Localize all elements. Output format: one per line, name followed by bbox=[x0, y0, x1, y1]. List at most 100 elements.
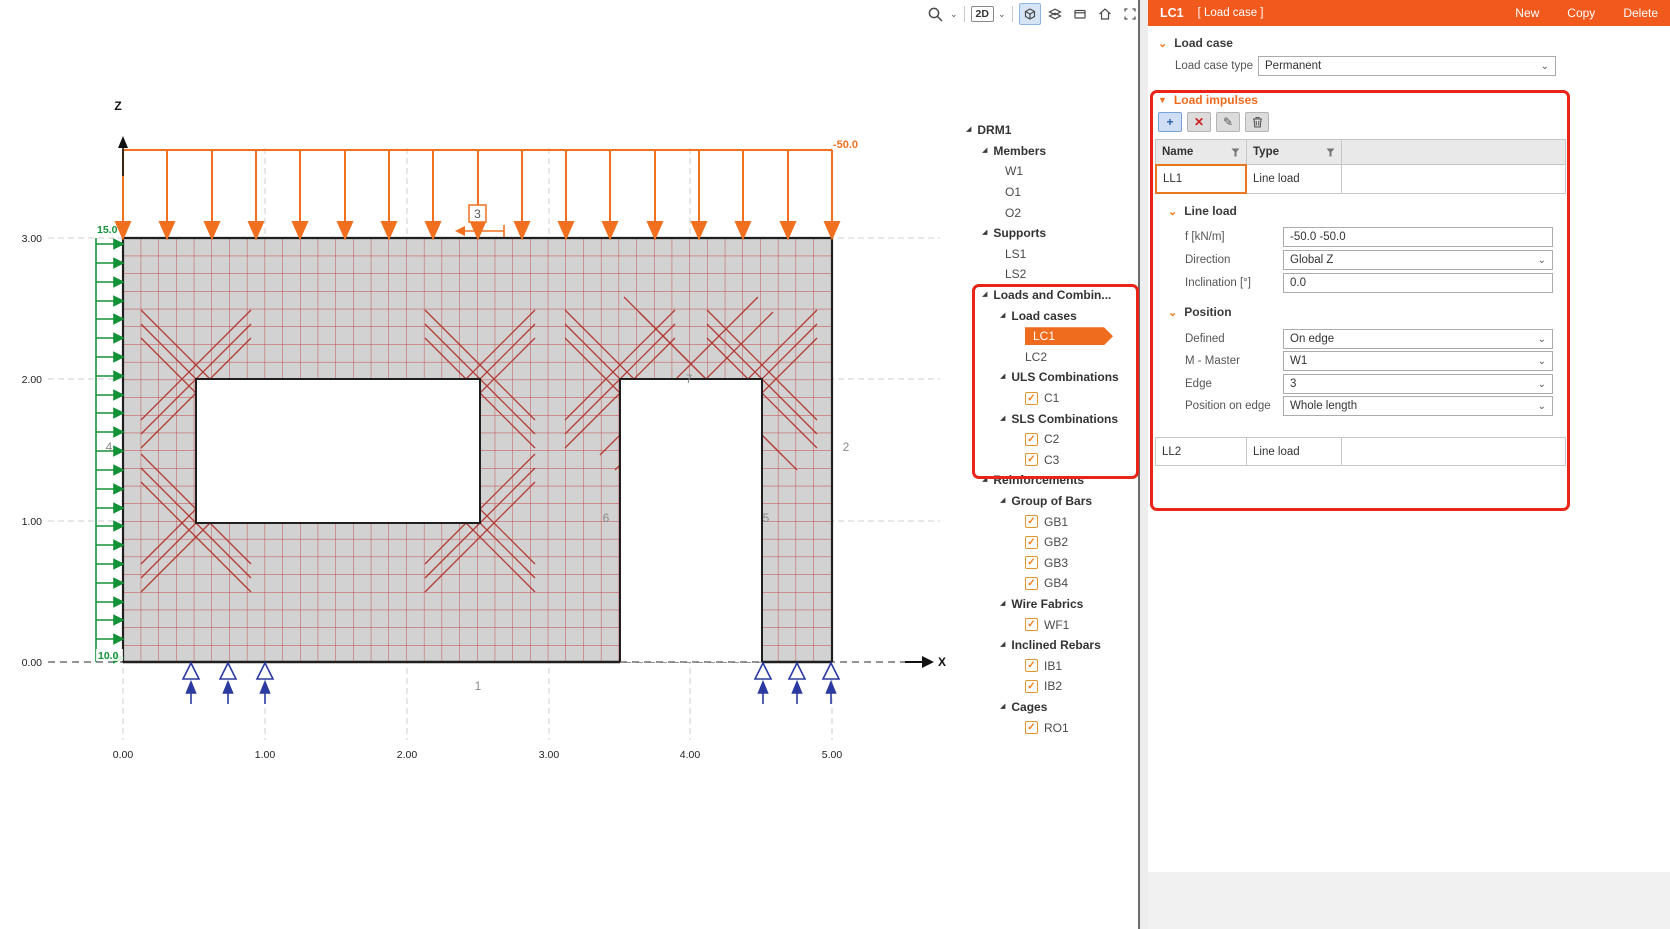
delete-button[interactable]: Delete bbox=[1623, 6, 1658, 20]
clipping-button[interactable] bbox=[1069, 3, 1091, 25]
expander-icon[interactable]: ◢ bbox=[1000, 372, 1005, 380]
tree-node-gb4[interactable]: ✓GB4 bbox=[960, 573, 1138, 594]
supports[interactable] bbox=[183, 663, 839, 704]
copy-button[interactable]: Copy bbox=[1567, 6, 1595, 20]
expander-icon[interactable]: ◢ bbox=[982, 228, 987, 236]
expander-icon[interactable]: ◢ bbox=[966, 125, 971, 133]
filter-icon[interactable] bbox=[1231, 148, 1240, 157]
tree-node-group-of-bars[interactable]: ◢Group of Bars bbox=[960, 491, 1138, 512]
checkbox-checked-icon[interactable]: ✓ bbox=[1025, 556, 1038, 569]
zoom-button[interactable] bbox=[924, 3, 946, 25]
tree-node-supports[interactable]: ◢Supports bbox=[960, 223, 1138, 244]
direction-select[interactable]: Global Z ⌄ bbox=[1283, 250, 1553, 270]
tree-node-inclined-rebars[interactable]: ◢Inclined Rebars bbox=[960, 635, 1138, 656]
panel-splitter[interactable] bbox=[1138, 0, 1148, 929]
checkbox-checked-icon[interactable]: ✓ bbox=[1025, 515, 1038, 528]
tree-node-sls-combinations[interactable]: ◢SLS Combinations bbox=[960, 408, 1138, 429]
tree-node-gb3[interactable]: ✓GB3 bbox=[960, 552, 1138, 573]
tree-node-drm1[interactable]: ◢DRM1 bbox=[960, 120, 1138, 141]
load-case-type-select[interactable]: Permanent ⌄ bbox=[1258, 56, 1556, 76]
filter-icon[interactable] bbox=[1326, 148, 1335, 157]
selected-load-case-flag[interactable]: LC1 bbox=[1025, 327, 1113, 345]
load-impulse-type-cell[interactable]: Line load bbox=[1246, 437, 1342, 466]
tree-node-loads-and-combinations[interactable]: ◢Loads and Combin... bbox=[960, 285, 1138, 306]
tree-node-ib2[interactable]: ✓IB2 bbox=[960, 676, 1138, 697]
f-input[interactable]: -50.0 -50.0 bbox=[1283, 227, 1553, 247]
tree-node-wf1[interactable]: ✓WF1 bbox=[960, 614, 1138, 635]
tree-node-lc1[interactable]: LC1 bbox=[960, 326, 1138, 347]
new-button[interactable]: New bbox=[1515, 6, 1539, 20]
view-2d-button[interactable]: 2D bbox=[971, 6, 994, 22]
load-impulse-type-cell[interactable]: Line load bbox=[1246, 164, 1342, 194]
window-opening[interactable] bbox=[196, 379, 480, 523]
tree-node-w1[interactable]: W1 bbox=[960, 161, 1138, 182]
column-header-type[interactable]: Type bbox=[1246, 139, 1342, 165]
tree-node-c3[interactable]: ✓C3 bbox=[960, 450, 1138, 471]
add-button[interactable]: + bbox=[1158, 112, 1182, 132]
tree-node-members[interactable]: ◢Members bbox=[960, 141, 1138, 162]
remove-button[interactable]: ✕ bbox=[1187, 112, 1211, 132]
checkbox-checked-icon[interactable]: ✓ bbox=[1025, 453, 1038, 466]
expander-icon[interactable]: ◢ bbox=[1000, 640, 1005, 648]
tree-node-c2[interactable]: ✓C2 bbox=[960, 429, 1138, 450]
top-load-value: -50.0 bbox=[833, 139, 858, 151]
tree-node-gb2[interactable]: ✓GB2 bbox=[960, 532, 1138, 553]
tree-node-lc2[interactable]: LC2 bbox=[960, 347, 1138, 368]
svg-text:0.00: 0.00 bbox=[22, 657, 43, 669]
tree-node-ls1[interactable]: LS1 bbox=[960, 244, 1138, 265]
expander-icon[interactable]: ◢ bbox=[1000, 414, 1005, 422]
model-tree: ◢DRM1 ◢Members W1 O1 O2 ◢Supports LS1 LS… bbox=[960, 120, 1138, 738]
line-load-section-header[interactable]: ⌄ Line load bbox=[1168, 204, 1237, 218]
checkbox-checked-icon[interactable]: ✓ bbox=[1025, 680, 1038, 693]
trash-button[interactable] bbox=[1245, 112, 1269, 132]
load-impulse-name-cell[interactable]: LL2 bbox=[1155, 437, 1247, 466]
tree-node-cages[interactable]: ◢Cages bbox=[960, 697, 1138, 718]
master-row: M - Master W1 ⌄ bbox=[1148, 351, 1670, 371]
edit-button[interactable]: ✎ bbox=[1216, 112, 1240, 132]
expander-icon[interactable]: ◢ bbox=[982, 475, 987, 483]
expander-icon[interactable]: ◢ bbox=[982, 290, 987, 298]
tree-node-wire-fabrics[interactable]: ◢Wire Fabrics bbox=[960, 594, 1138, 615]
checkbox-checked-icon[interactable]: ✓ bbox=[1025, 433, 1038, 446]
edge-select[interactable]: 3 ⌄ bbox=[1283, 374, 1553, 394]
tree-node-o1[interactable]: O1 bbox=[960, 182, 1138, 203]
checkbox-checked-icon[interactable]: ✓ bbox=[1025, 536, 1038, 549]
chevron-down-icon[interactable]: ⌄ bbox=[998, 9, 1006, 20]
tree-node-ls2[interactable]: LS2 bbox=[960, 264, 1138, 285]
master-select[interactable]: W1 ⌄ bbox=[1283, 351, 1553, 371]
tree-node-ib1[interactable]: ✓IB1 bbox=[960, 655, 1138, 676]
chevron-down-icon[interactable]: ⌄ bbox=[950, 9, 958, 20]
load-case-section-header[interactable]: ⌄ Load case bbox=[1158, 36, 1233, 50]
checkbox-checked-icon[interactable]: ✓ bbox=[1025, 618, 1038, 631]
column-header-name[interactable]: Name bbox=[1155, 139, 1247, 165]
checkbox-checked-icon[interactable]: ✓ bbox=[1025, 577, 1038, 590]
checkbox-checked-icon[interactable]: ✓ bbox=[1025, 392, 1038, 405]
defined-select[interactable]: On edge ⌄ bbox=[1283, 329, 1553, 349]
tree-node-c1[interactable]: ✓C1 bbox=[960, 388, 1138, 409]
tree-node-o2[interactable]: O2 bbox=[960, 202, 1138, 223]
expander-icon[interactable]: ◢ bbox=[1000, 496, 1005, 504]
position-section-header[interactable]: ⌄ Position bbox=[1168, 305, 1232, 319]
checkbox-checked-icon[interactable]: ✓ bbox=[1025, 721, 1038, 734]
expander-icon[interactable]: ◢ bbox=[982, 146, 987, 154]
tree-node-uls-combinations[interactable]: ◢ULS Combinations bbox=[960, 367, 1138, 388]
home-button[interactable] bbox=[1094, 3, 1116, 25]
tree-node-load-cases[interactable]: ◢Load cases bbox=[960, 305, 1138, 326]
expander-icon[interactable]: ◢ bbox=[1000, 311, 1005, 319]
tree-node-ro1[interactable]: ✓RO1 bbox=[960, 717, 1138, 738]
tree-node-reinforcements[interactable]: ◢Reinforcements bbox=[960, 470, 1138, 491]
position-on-edge-select[interactable]: Whole length ⌄ bbox=[1283, 396, 1553, 416]
load-case-type-row: Load case type Permanent ⌄ bbox=[1148, 56, 1670, 76]
door-opening[interactable] bbox=[620, 379, 762, 662]
axonometry-button[interactable] bbox=[1019, 3, 1041, 25]
views-button[interactable] bbox=[1044, 3, 1066, 25]
top-line-load[interactable] bbox=[116, 150, 839, 238]
checkbox-checked-icon[interactable]: ✓ bbox=[1025, 659, 1038, 672]
load-impulse-blank-cell bbox=[1341, 164, 1566, 194]
load-impulse-name-cell[interactable]: LL1 bbox=[1155, 164, 1247, 194]
expander-icon[interactable]: ◢ bbox=[1000, 599, 1005, 607]
inclination-input[interactable]: 0.0 bbox=[1283, 273, 1553, 293]
expander-icon[interactable]: ◢ bbox=[1000, 702, 1005, 710]
load-impulses-section-header[interactable]: ▼ Load impulses bbox=[1158, 93, 1258, 107]
tree-node-gb1[interactable]: ✓GB1 bbox=[960, 511, 1138, 532]
